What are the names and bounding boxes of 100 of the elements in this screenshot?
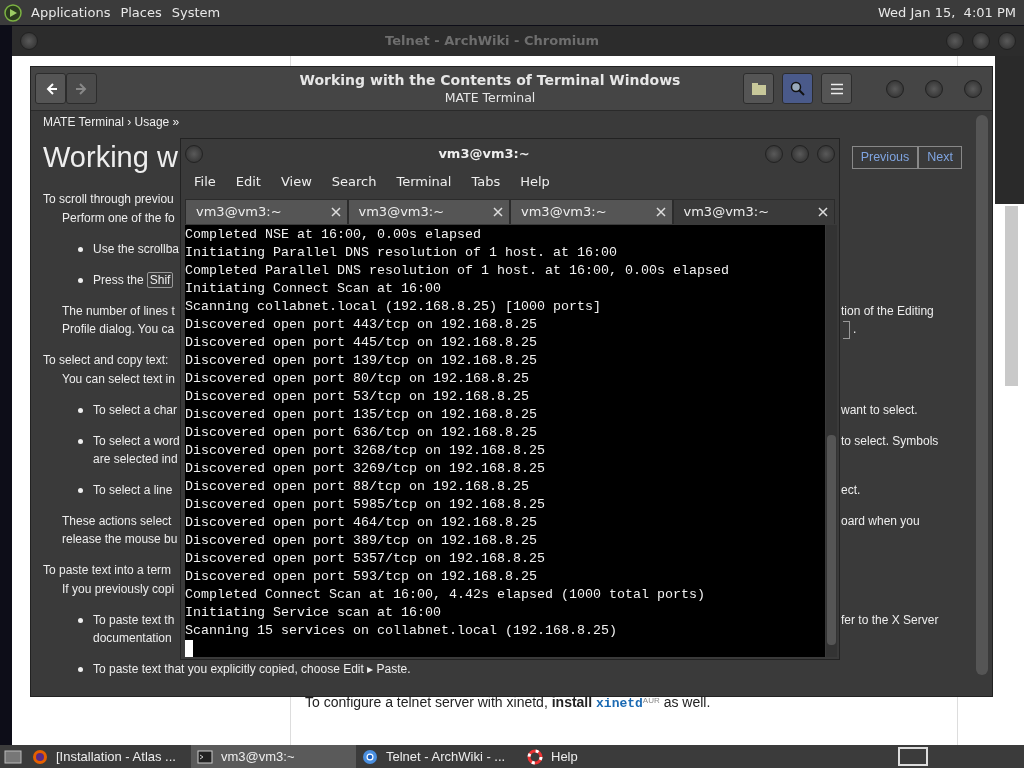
terminal-line: Discovered open port 464/tcp on 192.168.8.25 (185, 514, 538, 532)
help-text: To select a word (93, 434, 180, 448)
menu-button[interactable] (821, 73, 852, 104)
taskbar-button[interactable]: Telnet - ArchWiki - ... (356, 745, 521, 768)
section-title: To select and copy text: (43, 353, 169, 367)
help-text: To select a line (93, 483, 173, 497)
help-text: documentation (93, 631, 172, 645)
terminal-tab[interactable]: vm3@vm3:~ (510, 199, 673, 224)
taskbar-button[interactable]: vm3@vm3:~ (191, 745, 356, 768)
menu-item[interactable]: Terminal (386, 172, 462, 192)
help-text: want to select. (841, 403, 918, 417)
section-title: To scroll through previou (43, 192, 174, 206)
close-icon[interactable] (330, 207, 341, 217)
text-cursor (185, 640, 193, 657)
menu-item[interactable]: Help (510, 172, 560, 192)
window-control-button[interactable] (817, 145, 835, 163)
window-subtitle: MATE Terminal (443, 88, 537, 107)
bullet-icon (78, 247, 83, 253)
menu-item[interactable]: File (184, 172, 226, 192)
terminal-line: Discovered open port 593/tcp on 192.168.8.25 (185, 568, 538, 586)
help-text: are selected ind (93, 452, 178, 466)
logo-icon[interactable] (4, 3, 22, 22)
terminal-line: Discovered open port 3269/tcp on 192.168.8.25 (185, 460, 546, 478)
window-control-button[interactable] (946, 32, 964, 50)
window-control-button[interactable] (185, 145, 203, 163)
workspace-switcher[interactable] (898, 747, 928, 766)
terminal-line: Initiating Connect Scan at 16:00 (185, 280, 442, 298)
terminal-line: Discovered open port 53/tcp on 192.168.8.25 (185, 388, 530, 406)
terminal-tab[interactable]: vm3@vm3:~ (672, 199, 835, 224)
close-icon[interactable] (655, 207, 666, 217)
back-button[interactable] (35, 73, 66, 104)
menu-item[interactable]: Tabs (461, 172, 511, 192)
terminal-tab[interactable]: vm3@vm3:~ (347, 199, 510, 224)
terminal-line: Scanning collabnet.local (192.168.8.25) [1000 ports] (185, 298, 602, 316)
window-control-button[interactable] (998, 32, 1016, 50)
window-control-button[interactable] (765, 145, 783, 163)
scrollbar-thumb[interactable] (976, 115, 988, 675)
help-text: To select a char (93, 403, 178, 417)
show-desktop-icon[interactable] (4, 748, 22, 765)
help-text: oard when you (841, 514, 920, 528)
window-control-button[interactable] (20, 32, 38, 50)
terminal-line: Discovered open port 80/tcp on 192.168.8.25 (185, 370, 530, 388)
help-text: to select. Symbols (841, 434, 939, 448)
scrollbar-thumb[interactable] (827, 435, 836, 645)
help-text: release the mouse bu (62, 532, 178, 546)
bullet-icon (78, 408, 83, 414)
help-text: tion of the Editing (841, 304, 934, 318)
window-control-button[interactable] (791, 145, 809, 163)
window-title: vm3@vm3:~ (437, 145, 531, 164)
terminal-line: Discovered open port 5357/tcp on 192.168.8.25 (185, 550, 546, 568)
terminal-line: Scanning 15 services on collabnet.local (192.168.8.25) (185, 622, 618, 640)
window-control-button[interactable] (886, 79, 904, 98)
panel-menu[interactable]: Places (115, 2, 167, 23)
lifebuoy-icon (527, 748, 543, 765)
terminal-tab[interactable]: vm3@vm3:~ (185, 199, 348, 224)
help-text: fer to the X Server (841, 613, 939, 627)
bookmarks-button[interactable] (743, 73, 774, 104)
terminal-line: Completed NSE at 16:00, 0.00s elapsed (185, 226, 482, 244)
window-control-button[interactable] (964, 79, 982, 98)
help-text: These actions select (62, 514, 172, 528)
help-text: If you previously copi (62, 582, 175, 596)
bullet-icon (78, 439, 83, 445)
browser-icon (362, 748, 378, 765)
nav-link[interactable]: Previous (851, 146, 919, 169)
folder-icon (750, 81, 767, 96)
panel-menu[interactable]: System (166, 2, 226, 23)
terminal-line: Discovered open port 445/tcp on 192.168.8.25 (185, 334, 538, 352)
scrollbar-thumb[interactable] (1005, 206, 1018, 386)
search-button[interactable] (782, 73, 813, 104)
menu-item[interactable]: Edit (225, 172, 271, 192)
menu-icon (829, 82, 844, 95)
section-title: To paste text into a term (43, 563, 172, 577)
bullet-icon (78, 667, 83, 673)
breadcrumb[interactable]: MATE Terminal › Usage » (43, 115, 980, 129)
close-icon[interactable] (493, 207, 503, 217)
help-text: ect. (841, 483, 861, 497)
package-link[interactable]: install xinetd (551, 693, 643, 710)
taskbar-button[interactable]: [Installation - Atlas ... (26, 745, 191, 768)
nav-link[interactable]: Next (918, 146, 962, 169)
help-text: Perform one of the fo (62, 211, 175, 225)
forward-button[interactable] (66, 73, 97, 104)
page-heading: Working w (43, 140, 178, 175)
forward-arrow-icon (74, 81, 89, 96)
window-control-button[interactable] (972, 32, 990, 50)
help-text: Profile dialog. You ca (62, 322, 175, 336)
terminal-line: Discovered open port 3268/tcp on 192.168.8.25 (185, 442, 546, 460)
panel-menu[interactable]: Applications (26, 2, 116, 23)
menu-item[interactable]: View (270, 172, 322, 192)
search-icon (789, 80, 806, 97)
taskbar-button[interactable]: Help (521, 745, 686, 768)
help-text: To paste text that you explicitly copied, choose Edit ▸ Paste. (93, 662, 411, 676)
help-text: The number of lines t (62, 304, 175, 318)
terminal-line: Completed Connect Scan at 16:00, 4.42s elapsed (1000 total ports) (185, 586, 706, 604)
terminal-icon (197, 748, 213, 765)
window-control-button[interactable] (925, 79, 943, 98)
menu-item[interactable]: Search (321, 172, 387, 192)
close-icon[interactable] (818, 207, 828, 217)
help-text: To paste text th (93, 613, 175, 627)
bullet-icon (78, 488, 83, 494)
bullet-icon (78, 618, 83, 624)
